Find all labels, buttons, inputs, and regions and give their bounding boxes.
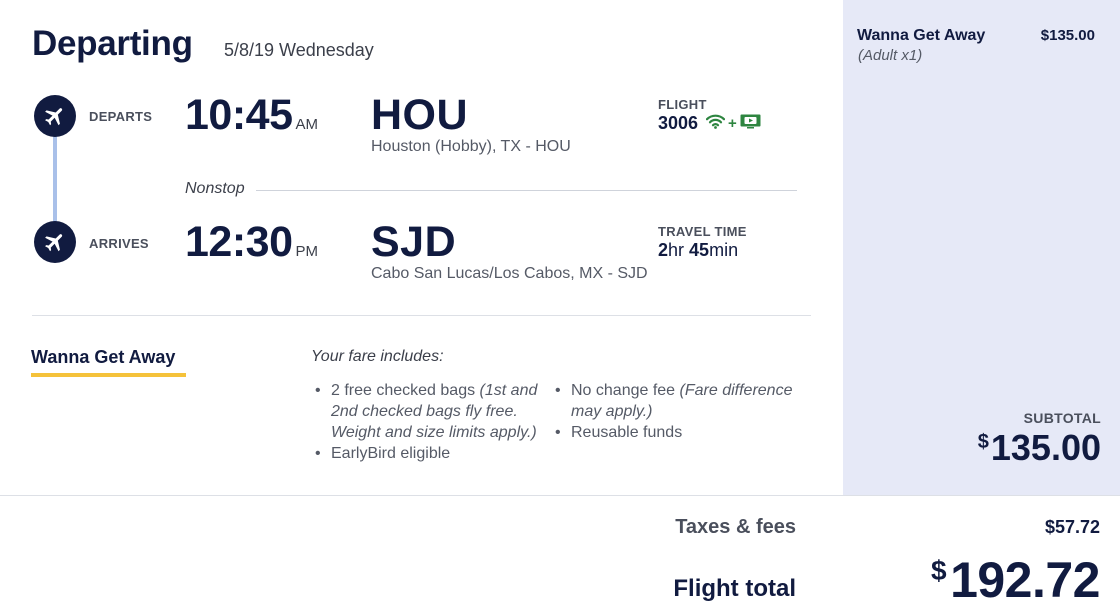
- benefit-text: EarlyBird eligible: [331, 445, 451, 462]
- flight-label: FLIGHT: [658, 97, 707, 112]
- total-amount: 192.72: [950, 552, 1100, 608]
- benefit-text: 2 free checked bags: [331, 382, 480, 399]
- fare-benefits-left: 2 free checked bags (1st and 2nd checked…: [311, 380, 551, 464]
- arrives-label: ARRIVES: [89, 236, 149, 251]
- wifi-icon: [705, 113, 726, 134]
- arrival-time: 12:30 PM: [185, 218, 318, 267]
- section-divider: [32, 315, 811, 316]
- departure-plane-icon: [34, 95, 76, 137]
- arrival-ampm: PM: [295, 243, 318, 260]
- minutes-unit: min: [709, 240, 739, 260]
- totals-divider: [0, 495, 1120, 496]
- nonstop-divider: [256, 190, 797, 191]
- travel-date: 5/8/19 Wednesday: [224, 40, 374, 60]
- sidebar-fare-name: Wanna Get Away: [857, 27, 986, 44]
- travel-time-value: 2hr 45min: [658, 240, 738, 261]
- fare-includes-label: Your fare includes:: [311, 348, 444, 365]
- arrival-plane-icon: [34, 221, 76, 263]
- stops-info: Nonstop: [185, 180, 245, 197]
- fare-benefits-right: No change fee (Fare difference may apply…: [551, 380, 801, 443]
- timeline-connector: [53, 134, 57, 228]
- travel-hours: 2: [658, 240, 669, 260]
- fare-benefit-item: No change fee (Fare difference may apply…: [551, 380, 801, 422]
- fare-benefit-item: Reusable funds: [551, 422, 801, 443]
- flight-number: 3006: [658, 113, 699, 133]
- departure-time: 10:45 AM: [185, 91, 318, 140]
- benefit-text: Reusable funds: [571, 424, 683, 441]
- departure-city: Houston (Hobby), TX - HOU: [371, 138, 571, 155]
- subtotal-amount: 135.00: [990, 427, 1101, 468]
- taxes-fees-value: $57.72: [1044, 517, 1100, 537]
- fare-benefit-item: EarlyBird eligible: [311, 443, 551, 464]
- amenity-plus: +: [728, 115, 737, 132]
- page-title: Departing: [32, 24, 193, 63]
- departure-airport-code: HOU: [371, 91, 469, 139]
- flight-total-value: $192.72: [930, 551, 1101, 609]
- departure-time-value: 10:45: [185, 91, 293, 139]
- flight-details-panel: Departing 5/8/19 Wednesday DEPARTS 10:45…: [0, 0, 843, 495]
- live-tv-icon: [740, 113, 761, 134]
- subtotal-currency: $: [977, 431, 989, 453]
- fare-benefit-item: 2 free checked bags (1st and 2nd checked…: [311, 380, 551, 443]
- subtotal-value: $135.00: [978, 427, 1101, 469]
- subtotal-label: SUBTOTAL: [1023, 410, 1101, 426]
- departure-ampm: AM: [295, 116, 318, 133]
- total-currency: $: [930, 555, 947, 586]
- taxes-fees-label: Taxes & fees: [675, 516, 796, 538]
- sidebar-fare-price: $135.00: [1040, 27, 1095, 44]
- hours-unit: hr: [668, 240, 685, 260]
- benefit-text: No change fee: [571, 382, 680, 399]
- arrival-airport-code: SJD: [371, 218, 457, 266]
- fare-type-tab[interactable]: Wanna Get Away: [31, 347, 175, 368]
- travel-minutes: 45: [689, 240, 710, 260]
- arrival-city: Cabo San Lucas/Los Cabos, MX - SJD: [371, 265, 648, 282]
- travel-time-label: TRAVEL TIME: [658, 224, 747, 239]
- departs-label: DEPARTS: [89, 109, 153, 124]
- flight-total-label: Flight total: [673, 575, 796, 602]
- flight-number-row: 3006 +: [658, 113, 761, 134]
- arrival-time-value: 12:30: [185, 218, 293, 266]
- amenities[interactable]: +: [705, 113, 761, 134]
- fare-tab-underline: [31, 373, 186, 377]
- sidebar-passenger-count: (Adult x1): [858, 47, 923, 64]
